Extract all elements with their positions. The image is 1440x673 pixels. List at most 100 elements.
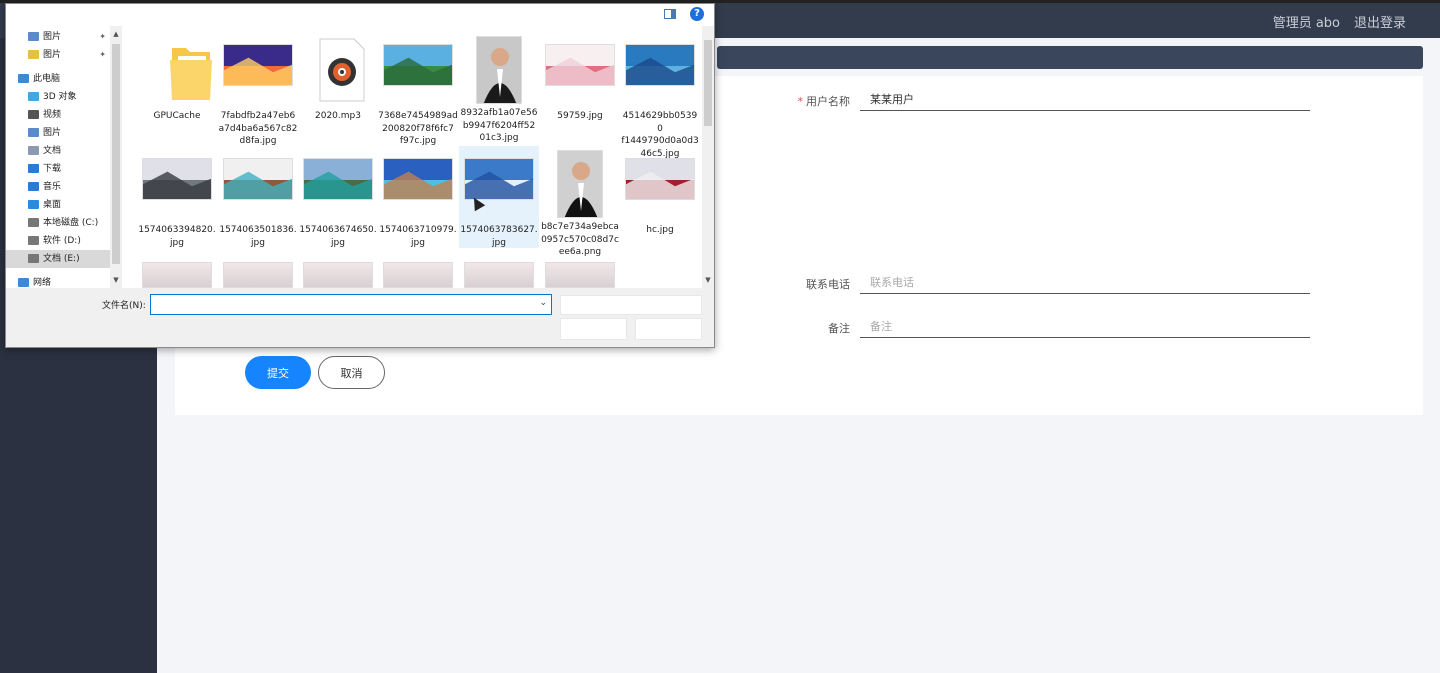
dialog-cancel-button[interactable] bbox=[635, 318, 702, 340]
nav-item[interactable]: 音乐 bbox=[6, 178, 110, 196]
filename-input[interactable]: ⌄ bbox=[150, 294, 552, 315]
nav-item-label: 图片 bbox=[43, 32, 62, 42]
file-name: 1574063501836. jpg bbox=[219, 225, 297, 248]
nav-item-label: 图片 bbox=[43, 128, 62, 138]
current-user: 管理员 abo bbox=[1272, 16, 1340, 31]
chevron-down-icon[interactable]: ⌄ bbox=[539, 298, 547, 308]
image-thumbnail bbox=[303, 158, 373, 200]
file-item[interactable]: 7368e7454989ad 200820f78f6fc7 f97c.jpg bbox=[378, 32, 458, 146]
file-item[interactable]: 8932afb1a07e56 b9947f6204ff52 01c3.jpg bbox=[459, 32, 539, 143]
scroll-down-icon[interactable]: ▼ bbox=[110, 274, 122, 286]
pictures-icon bbox=[28, 128, 39, 137]
drive-icon bbox=[28, 254, 39, 263]
nav-scroll-thumb[interactable] bbox=[112, 44, 120, 264]
nav-item-label: 此电脑 bbox=[33, 74, 61, 84]
nav-item[interactable]: 此电脑 bbox=[6, 70, 110, 88]
app-root: 管理员 abo 退出登录 *用户名称 某某用户 联系电话 备注 提交 取消 ? … bbox=[0, 0, 1440, 673]
video-icon bbox=[28, 110, 39, 119]
scroll-down-icon[interactable]: ▼ bbox=[702, 274, 714, 286]
file-item[interactable]: hc.jpg bbox=[620, 146, 700, 248]
breadcrumb-bar bbox=[717, 46, 1423, 69]
nav-item-label: 图片 bbox=[43, 50, 62, 60]
filename-label: 文件名(N): bbox=[102, 301, 146, 311]
image-thumbnail bbox=[223, 44, 293, 86]
nav-item[interactable]: 视频 bbox=[6, 106, 110, 124]
image-thumbnail bbox=[223, 158, 293, 200]
file-name: 1574063674650. jpg bbox=[299, 225, 377, 248]
file-item[interactable]: 7fabdfb2a47eb6 a7d4ba6a567c82 d8fa.jpg bbox=[218, 32, 298, 146]
documents-icon bbox=[28, 146, 39, 155]
nav-item[interactable]: 下载 bbox=[6, 160, 110, 178]
file-item[interactable]: 1574063674650. jpg bbox=[298, 146, 378, 248]
nav-item[interactable]: 3D 对象 bbox=[6, 88, 110, 106]
file-name: 8932afb1a07e56 b9947f6204ff52 01c3.jpg bbox=[460, 108, 538, 143]
file-scroll-thumb[interactable] bbox=[704, 40, 712, 126]
nav-item[interactable]: 文档 bbox=[6, 142, 110, 160]
folder-icon bbox=[170, 48, 212, 100]
phone-field[interactable] bbox=[860, 272, 1310, 294]
image-thumbnail bbox=[545, 44, 615, 86]
image-thumbnail[interactable] bbox=[223, 262, 293, 288]
computer-icon bbox=[18, 74, 29, 83]
nav-item[interactable]: 图片 ✦ bbox=[6, 46, 110, 64]
file-item[interactable]: b8c7e734a9ebca 0957c570c08d7c ee6a.png bbox=[540, 146, 620, 257]
required-mark: * bbox=[797, 95, 804, 108]
image-thumbnail[interactable] bbox=[303, 262, 373, 288]
file-item[interactable]: 1574063394820. jpg bbox=[137, 146, 217, 248]
nav-item[interactable]: 桌面 bbox=[6, 196, 110, 214]
music-icon bbox=[28, 182, 39, 191]
image-thumbnail bbox=[142, 158, 212, 200]
drive-icon bbox=[28, 218, 39, 227]
download-icon bbox=[28, 164, 39, 173]
portrait-thumbnail bbox=[476, 36, 522, 104]
preview-pane-icon[interactable] bbox=[664, 9, 676, 19]
open-button[interactable] bbox=[560, 318, 627, 340]
3d-objects-icon bbox=[28, 92, 39, 101]
help-icon[interactable]: ? bbox=[690, 7, 704, 21]
nav-item[interactable]: 本地磁盘 (C:) bbox=[6, 214, 110, 232]
image-thumbnail bbox=[383, 158, 453, 200]
network-icon bbox=[18, 278, 29, 287]
nav-item-label: 桌面 bbox=[43, 200, 62, 210]
file-item[interactable]: 1574063710979. jpg bbox=[378, 146, 458, 248]
file-item[interactable]: 1574063501836. jpg bbox=[218, 146, 298, 248]
image-thumbnail bbox=[464, 158, 534, 200]
nav-item[interactable]: 网络 bbox=[6, 274, 110, 288]
file-item[interactable]: 4514629bb05390 f1449790d0a0d3 46c5.jpg bbox=[620, 32, 700, 159]
nav-item-label: 文档 bbox=[43, 146, 62, 156]
nav-item-label: 下载 bbox=[43, 164, 62, 174]
nav-item[interactable]: 文档 (E:) bbox=[6, 250, 110, 268]
nav-item[interactable]: 图片 ✦ bbox=[6, 28, 110, 46]
file-name: 2020.mp3 bbox=[315, 111, 361, 121]
drive-icon bbox=[28, 236, 39, 245]
file-item[interactable]: 2020.mp3 bbox=[298, 32, 378, 134]
nav-item-label: 软件 (D:) bbox=[43, 236, 81, 246]
submit-button[interactable]: 提交 bbox=[245, 356, 311, 389]
file-list-pane: GPUCache 7fabdfb2a47eb6 a7d4ba6a567c82 d8… bbox=[122, 26, 702, 288]
file-item[interactable]: 1574063783627. jpg bbox=[459, 146, 539, 248]
navigation-pane: 图片 ✦ 图片 ✦ 此电脑 3D 对象 视频 图片 文档 下载 音乐 桌面 本地磁盘 (C:) 软件 (D… bbox=[6, 26, 122, 288]
image-thumbnail[interactable] bbox=[545, 262, 615, 288]
file-item[interactable]: GPUCache bbox=[137, 32, 217, 134]
remark-label: 备注 bbox=[828, 322, 850, 335]
nav-scrollbar[interactable]: ▲ ▼ bbox=[110, 26, 122, 288]
dialog-toolbar: ? bbox=[6, 4, 714, 26]
file-name: 59759.jpg bbox=[557, 111, 603, 121]
file-type-select[interactable] bbox=[560, 295, 702, 315]
username-field[interactable]: 某某用户 bbox=[860, 89, 1310, 111]
scroll-up-icon[interactable]: ▲ bbox=[110, 28, 122, 40]
file-name: 1574063710979. jpg bbox=[379, 225, 457, 248]
file-item[interactable]: 59759.jpg bbox=[540, 32, 620, 134]
remark-field[interactable] bbox=[860, 316, 1310, 338]
file-scrollbar[interactable]: ▼ bbox=[702, 26, 714, 288]
image-thumbnail[interactable] bbox=[383, 262, 453, 288]
nav-item[interactable]: 软件 (D:) bbox=[6, 232, 110, 250]
file-name: 7368e7454989ad 200820f78f6fc7 f97c.jpg bbox=[378, 111, 458, 146]
image-thumbnail[interactable] bbox=[142, 262, 212, 288]
image-thumbnail[interactable] bbox=[464, 262, 534, 288]
nav-item[interactable]: 图片 bbox=[6, 124, 110, 142]
username-label: * 用户名称 bbox=[730, 93, 851, 109]
file-open-dialog: ? 图片 ✦ 图片 ✦ 此电脑 3D 对象 视频 图片 文档 下载 音乐 桌面 本地磁盘 (C:) 软件 … bbox=[5, 3, 715, 348]
logout-link[interactable]: 退出登录 bbox=[1354, 12, 1406, 31]
cancel-button[interactable]: 取消 bbox=[318, 356, 385, 389]
